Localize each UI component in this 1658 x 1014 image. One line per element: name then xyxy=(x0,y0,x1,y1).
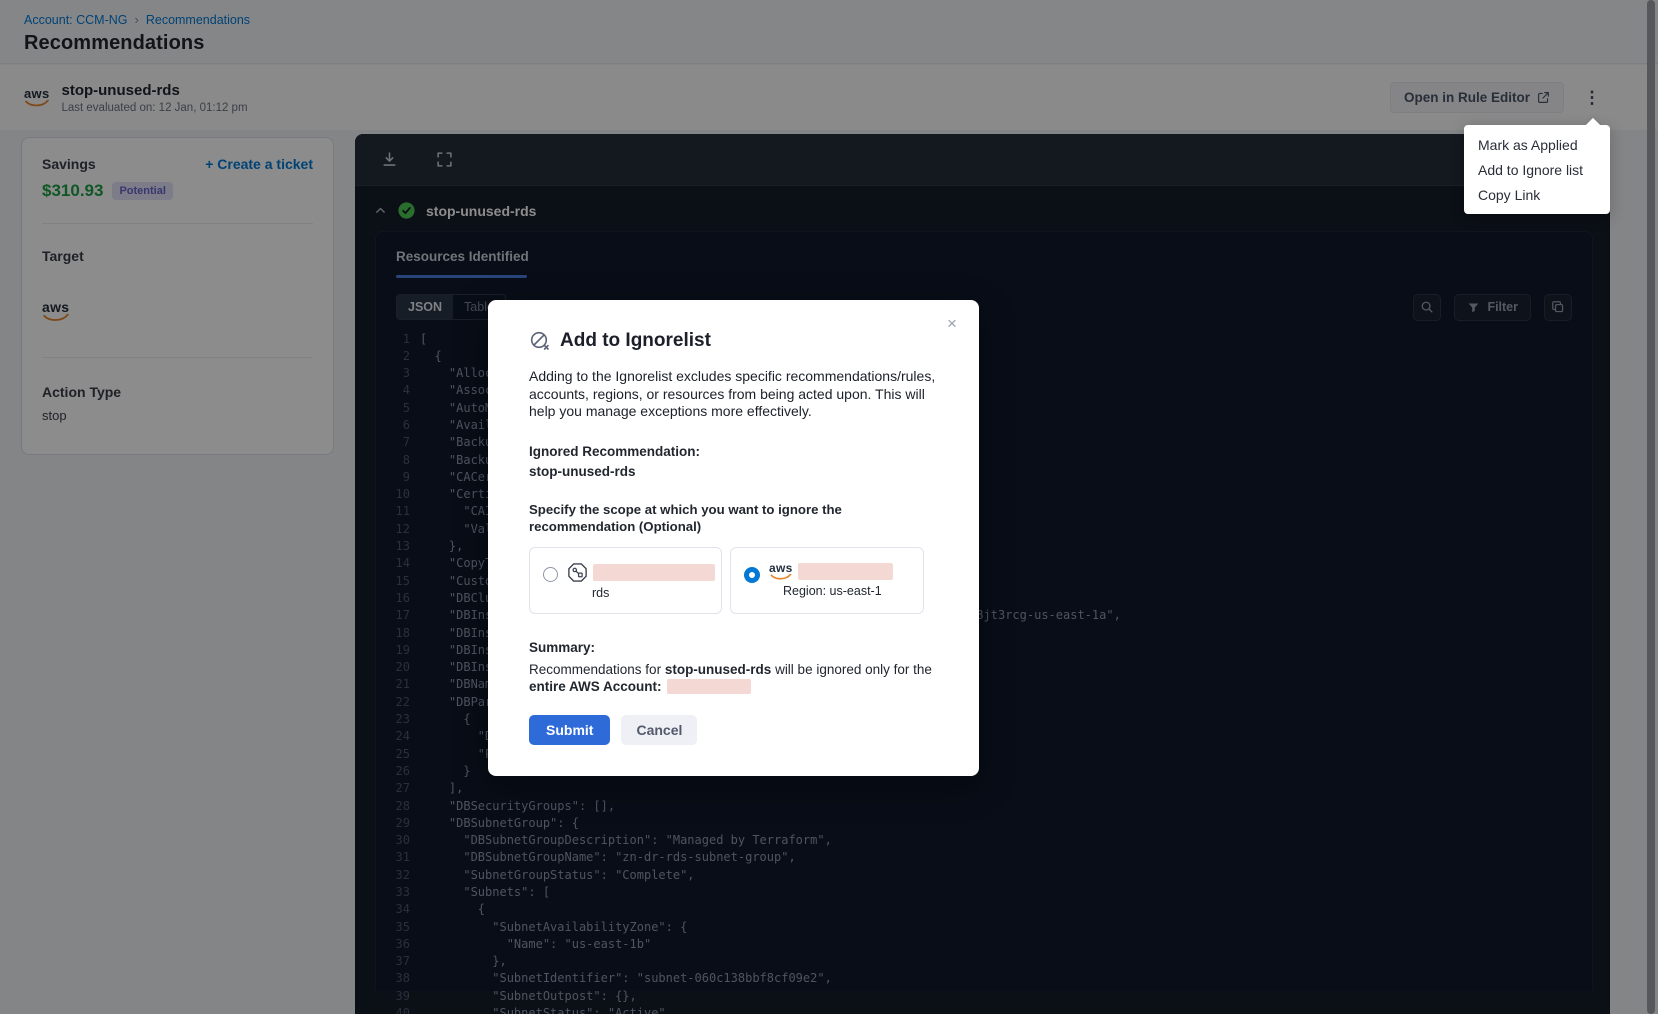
menu-item[interactable]: Mark as Applied xyxy=(1464,132,1610,157)
summary-text: Recommendations for stop-unused-rds will… xyxy=(529,661,939,695)
add-to-ignorelist-modal: × Add to Ignorelist Adding to the Ignore… xyxy=(488,300,979,776)
radio-selected-icon[interactable] xyxy=(744,567,760,583)
app-root: Account: CCM-NG › Recommendations Recomm… xyxy=(0,0,1658,1014)
modal-title: Add to Ignorelist xyxy=(560,330,711,352)
summary-part2: will be ignored only for the xyxy=(771,662,932,677)
option-aws-logo: aws xyxy=(769,562,793,581)
context-menu: Mark as Applied Add to Ignore list Copy … xyxy=(1464,125,1610,214)
submit-button[interactable]: Submit xyxy=(529,715,610,745)
scope-option-account[interactable]: aws Region: us-east-1 xyxy=(730,547,924,614)
redacted-account-id xyxy=(798,563,893,580)
rds-resource-icon xyxy=(567,562,588,583)
summary-part1: Recommendations for xyxy=(529,662,665,677)
scope-options: rds aws Region: us-east-1 xyxy=(529,547,939,614)
ignored-recommendation-label: Ignored Recommendation: xyxy=(529,444,939,459)
scope-account-label: Region: us-east-1 xyxy=(783,584,893,598)
modal-description: Adding to the Ignorelist excludes specif… xyxy=(529,368,939,421)
cancel-button[interactable]: Cancel xyxy=(621,715,697,745)
redacted-account-value xyxy=(667,679,751,694)
aws-swoosh-icon xyxy=(770,574,792,581)
scope-rule-label: rds xyxy=(592,586,715,600)
ignored-recommendation-value: stop-unused-rds xyxy=(529,464,939,479)
menu-item[interactable]: Add to Ignore list xyxy=(1464,157,1610,182)
scope-label: Specify the scope at which you want to i… xyxy=(529,501,939,535)
close-icon[interactable]: × xyxy=(941,313,963,335)
menu-item[interactable]: Copy Link xyxy=(1464,182,1610,207)
option-aws-logo-text: aws xyxy=(769,562,793,574)
ignore-icon xyxy=(529,330,551,352)
summary-recommendation-name: stop-unused-rds xyxy=(665,662,772,677)
redacted-rule-name xyxy=(593,564,715,581)
radio-unselected-icon[interactable] xyxy=(543,567,558,582)
summary-account-scope: entire AWS Account: xyxy=(529,679,662,694)
summary-label: Summary: xyxy=(529,640,939,655)
scope-option-rule[interactable]: rds xyxy=(529,547,722,614)
